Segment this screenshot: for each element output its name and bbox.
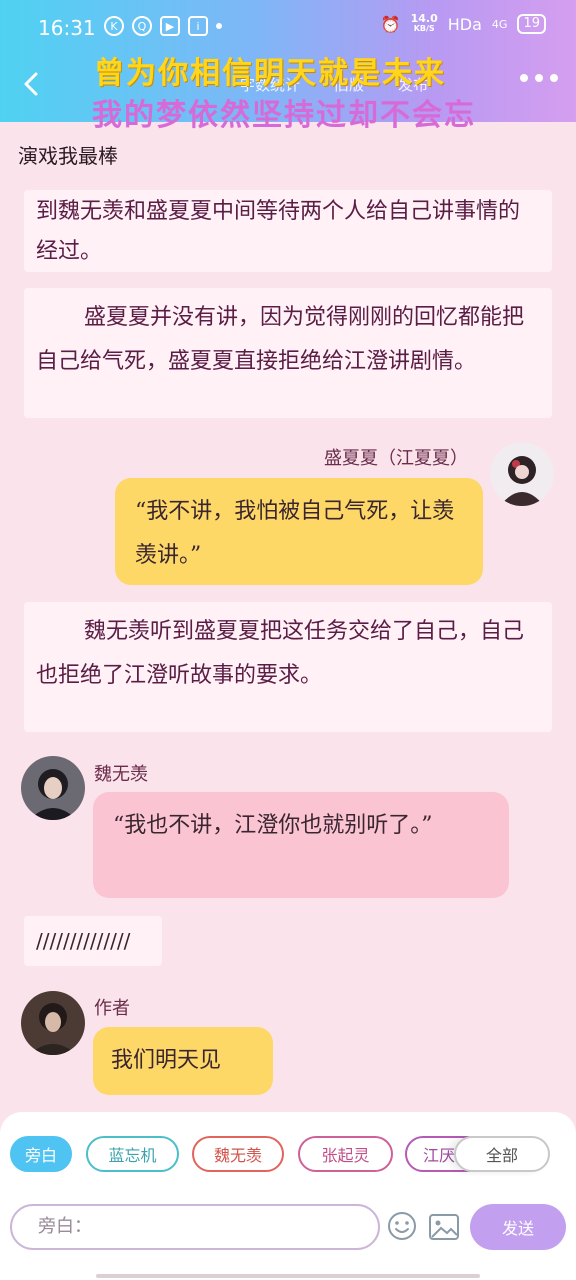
- speaker-name: 作者: [94, 998, 130, 1019]
- speaker-name: 盛夏夏（江夏夏）: [324, 448, 468, 469]
- home-indicator[interactable]: [96, 1274, 480, 1278]
- image-icon[interactable]: [428, 1212, 460, 1242]
- role-chip-lan-wangji[interactable]: 蓝忘机: [86, 1136, 179, 1172]
- network-label: HDa: [447, 14, 482, 34]
- role-chip-narrator[interactable]: 旁白: [10, 1136, 72, 1172]
- more-notifications-dot: [216, 23, 222, 29]
- avatar[interactable]: [21, 756, 85, 820]
- status-time: 16:31: [38, 16, 96, 40]
- signal-icon: 4G: [491, 17, 508, 31]
- app-header: 16:31 K Q ▶ i ⏰ 14.0 KB/S HDa 4G 19 字数统计…: [0, 0, 576, 133]
- narration-item[interactable]: 盛夏夏并没有讲，因为觉得刚刚的回忆都能把自己给气死，盛夏夏直接拒绝给江澄讲剧情。: [24, 288, 552, 418]
- network-speed: 14.0 KB/S: [410, 12, 438, 34]
- qq-icon: Q: [132, 16, 152, 36]
- speaker-name: 魏无羡: [94, 764, 148, 785]
- lyric-overlay-line2: 我的梦依然坚持过却不会忘: [92, 98, 476, 133]
- all-roles-button[interactable]: 全部: [454, 1136, 550, 1172]
- narration-item[interactable]: 到魏无羡和盛夏夏中间等待两个人给自己讲事情的经过。: [24, 190, 552, 272]
- status-right: ⏰ 14.0 KB/S HDa 4G 19: [380, 12, 546, 34]
- message-bubble[interactable]: 我们明天见: [93, 1027, 273, 1095]
- emoji-icon[interactable]: [386, 1210, 418, 1242]
- k-app-icon: K: [104, 16, 124, 36]
- message-bubble[interactable]: “我不讲，我怕被自己气死，让羡羡讲。”: [115, 478, 483, 585]
- notification-icons: K Q ▶ i: [104, 16, 222, 36]
- story-title: 演戏我最棒: [18, 144, 118, 168]
- narration-item[interactable]: //////////////: [24, 916, 162, 966]
- iqiyi-icon: i: [188, 16, 208, 36]
- message-input[interactable]: 旁白：: [10, 1204, 380, 1250]
- alarm-icon: ⏰: [380, 14, 401, 34]
- narration-item[interactable]: 魏无羡听到盛夏夏把这任务交给了自己，自己也拒绝了江澄听故事的要求。: [24, 602, 552, 732]
- back-arrow-icon[interactable]: [18, 70, 46, 98]
- role-selector: 旁白 蓝忘机 魏无羡 张起灵 江厌 全部: [10, 1136, 566, 1176]
- avatar[interactable]: [490, 442, 554, 506]
- composer-panel: 旁白 蓝忘机 魏无羡 张起灵 江厌 全部 旁白： 发送: [0, 1112, 576, 1280]
- battery-icon: 19: [517, 14, 546, 34]
- network-speed-value: 14.0: [410, 12, 438, 25]
- role-chip-zhang-qiling[interactable]: 张起灵: [298, 1136, 393, 1172]
- message-bubble[interactable]: “我也不讲，江澄你也就别听了。”: [93, 792, 509, 898]
- more-options-icon[interactable]: [520, 74, 558, 82]
- chat-area[interactable]: 到魏无羡和盛夏夏中间等待两个人给自己讲事情的经过。 盛夏夏并没有讲，因为觉得刚刚…: [0, 186, 576, 1111]
- avatar[interactable]: [21, 991, 85, 1055]
- video-app-icon: ▶: [160, 16, 180, 36]
- role-chip-wei-wuxian[interactable]: 魏无羡: [192, 1136, 284, 1172]
- lyric-overlay-line1: 曾为你相信明天就是未来: [94, 56, 446, 91]
- send-button[interactable]: 发送: [470, 1204, 566, 1250]
- network-speed-unit: KB/S: [413, 24, 435, 33]
